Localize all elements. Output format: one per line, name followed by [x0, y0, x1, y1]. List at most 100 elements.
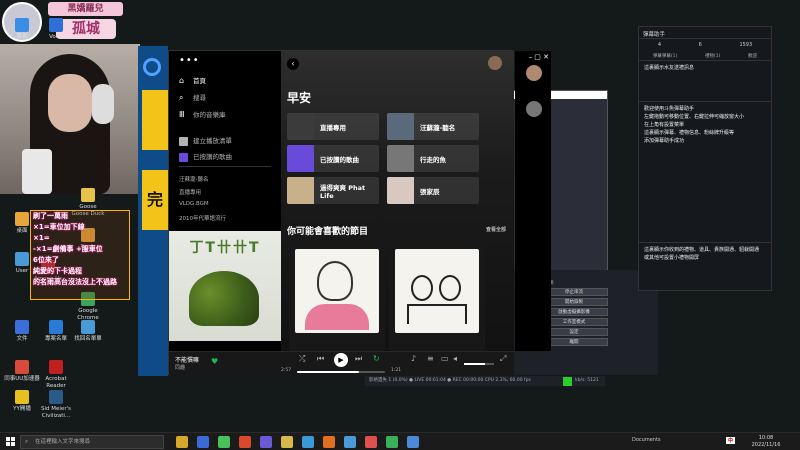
queue-icon[interactable]: ≡	[427, 354, 434, 363]
shortcut-tile[interactable]: 行走的魚	[387, 145, 479, 172]
panel-tabs: 彈幕彈幕(1) 禮物(1) 歡迎	[639, 51, 771, 61]
taskbar-app-icon[interactable]	[365, 436, 377, 448]
next-icon[interactable]: ⏭	[355, 354, 362, 364]
playlist-item[interactable]: 汪蘇瀧-聽名	[179, 175, 209, 183]
app-icon	[49, 360, 63, 374]
ime-indicator[interactable]: 中	[726, 437, 736, 444]
podcast-card[interactable]	[389, 243, 485, 351]
desktop-icon[interactable]: 文件	[4, 320, 40, 343]
nav-library[interactable]: Ⅲ 你的音樂庫	[179, 109, 274, 120]
taskbar-app-icon[interactable]	[197, 436, 209, 448]
chat-message: ×1=車位加下線	[33, 223, 85, 231]
desktop-icon[interactable]: Acrobat Reader	[38, 360, 74, 390]
window-controls[interactable]: – ▢ ✕	[513, 53, 549, 63]
create-playlist-button[interactable]: 建立播放清單	[179, 135, 274, 146]
taskbar-app-icon[interactable]	[218, 436, 230, 448]
search-placeholder: 在這裡輸入文字來搜尋	[35, 439, 91, 445]
liked-songs-button[interactable]: 已按讚的歌曲	[179, 151, 274, 162]
microphone-icon	[22, 149, 52, 194]
app-icon	[81, 188, 95, 202]
obs-bitrate: kb/s: 5121	[575, 378, 599, 383]
lyrics-icon[interactable]: ♪	[411, 354, 416, 363]
app-icon	[15, 18, 29, 32]
badge-title: 黑嬌羅兒	[48, 2, 123, 16]
podcast-card[interactable]	[289, 243, 385, 351]
taskbar-app-icon[interactable]	[407, 436, 419, 448]
taskbar-app-icon[interactable]	[386, 436, 398, 448]
start-icon[interactable]	[6, 437, 15, 446]
menu-icon[interactable]: •••	[179, 55, 200, 66]
nav-search[interactable]: ⌕ 搜尋	[179, 92, 274, 103]
playlist-item[interactable]: 2010年代華語流行	[179, 214, 226, 222]
chat-message: 純愛的下卡過程	[33, 267, 82, 275]
nav-home[interactable]: ⌂ 首頁	[179, 75, 274, 86]
playlist-item[interactable]: 直播專用	[179, 188, 201, 196]
shortcut-tile[interactable]: 直播專用	[287, 113, 379, 140]
taskbar-app-icon[interactable]	[323, 436, 335, 448]
taskbar-app-icon[interactable]	[260, 436, 272, 448]
desktop-icon[interactable]: 簽書	[4, 18, 40, 41]
taskbar-search[interactable]: ⌕ 在這裡輸入文字來搜尋	[20, 435, 164, 449]
tile-label: 汪蘇瀧-聽名	[420, 123, 456, 132]
volume-slider[interactable]	[464, 363, 494, 365]
see-all-link[interactable]: 查看全部	[486, 226, 506, 233]
volume-icon[interactable]: ◂	[453, 354, 457, 363]
avatar[interactable]	[488, 56, 502, 70]
desktop-icon-label: Acrobat Reader	[45, 376, 67, 389]
desktop-icon-label: VooV	[49, 34, 63, 40]
app-icon	[15, 360, 29, 374]
track-title[interactable]: 不能慣嘛	[175, 355, 199, 364]
play-button[interactable]: ▶	[334, 353, 348, 367]
desktop-icon-label: YY開播	[13, 406, 31, 412]
app-icon	[49, 320, 63, 334]
spotify-window[interactable]: ••• ⌂ 首頁 ⌕ 搜尋 Ⅲ 你的音樂庫 建立播放清單 已按讚的歌曲 汪蘇瀧-聽名 …	[168, 50, 551, 376]
shortcut-tile[interactable]: 已按讚的歌曲	[287, 145, 379, 172]
tab-welcome[interactable]: 歡迎	[748, 53, 757, 59]
desktop-icon-label: 找回名單單	[74, 336, 102, 342]
taskbar-app-icon[interactable]	[176, 436, 188, 448]
desktop-icon[interactable]: Sid Meier's Civilizati...	[38, 390, 74, 420]
progress-bar[interactable]	[297, 371, 385, 373]
desktop-icon[interactable]: 專案名單	[38, 320, 74, 343]
previous-icon[interactable]: ⏮	[317, 354, 324, 364]
tray-label[interactable]: Documents	[632, 437, 661, 443]
taskbar-app-icon[interactable]	[344, 436, 356, 448]
track-artist[interactable]: 同趣	[175, 364, 185, 371]
app-icon	[15, 390, 29, 404]
desktop-icon[interactable]: 同事UU加速器	[4, 360, 40, 383]
heart-icon	[179, 152, 188, 162]
now-playing-cover[interactable]: 丁T卄卄T	[169, 231, 281, 341]
avatar[interactable]	[526, 101, 542, 117]
shortcut-tile[interactable]: 過得爽爽 Phat Life	[287, 177, 379, 204]
shortcut-tile[interactable]: 汪蘇瀧-聽名	[387, 113, 479, 140]
device-icon[interactable]: ▭	[441, 354, 449, 363]
desktop-icon-label: 簽書	[16, 34, 28, 40]
avatar[interactable]	[526, 65, 542, 81]
back-icon[interactable]: ‹	[287, 58, 299, 70]
nav-search-label: 搜尋	[193, 94, 206, 102]
taskbar-app-icon[interactable]	[239, 436, 251, 448]
taskbar-app-icon[interactable]	[281, 436, 293, 448]
tab-gifts[interactable]: 禮物(1)	[705, 53, 720, 59]
desktop-icon[interactable]: 找回名單單	[70, 320, 106, 343]
repeat-icon[interactable]: ↻	[373, 354, 380, 363]
playlist-item[interactable]: VLOG.BGM	[179, 201, 209, 207]
taskbar-app-icon[interactable]	[302, 436, 314, 448]
tile-label: 直播專用	[320, 123, 346, 132]
headphone-icon	[92, 84, 114, 124]
system-clock[interactable]: 10:08 2022/11/16	[748, 435, 784, 449]
tab-danmaku[interactable]: 彈幕彈幕(1)	[653, 53, 677, 59]
gift-info-message: 這裏顯示你收到的禮物、道具、貴族開通、貂栽開通 或其他可設置小禮物開屏	[644, 247, 760, 261]
fullscreen-icon[interactable]: ⤢	[500, 354, 506, 364]
section-title: 你可能會喜歡的節目	[287, 227, 369, 237]
heart-icon[interactable]: ♥	[211, 357, 218, 366]
library-icon: Ⅲ	[179, 110, 185, 119]
chat-message: 刷了一萬雨	[33, 212, 68, 220]
desktop-icon[interactable]: YY開播	[4, 390, 40, 413]
shuffle-icon[interactable]: ⤮	[299, 354, 305, 364]
shortcut-tile[interactable]: 張家辰	[387, 177, 479, 204]
spotify-sidebar: ••• ⌂ 首頁 ⌕ 搜尋 Ⅲ 你的音樂庫 建立播放清單 已按讚的歌曲 汪蘇瀧-聽名 …	[169, 51, 281, 351]
clock-date: 2022/11/16	[751, 442, 781, 448]
desktop-icon[interactable]: VooV	[38, 18, 74, 41]
friend-activity-rail	[515, 51, 551, 351]
